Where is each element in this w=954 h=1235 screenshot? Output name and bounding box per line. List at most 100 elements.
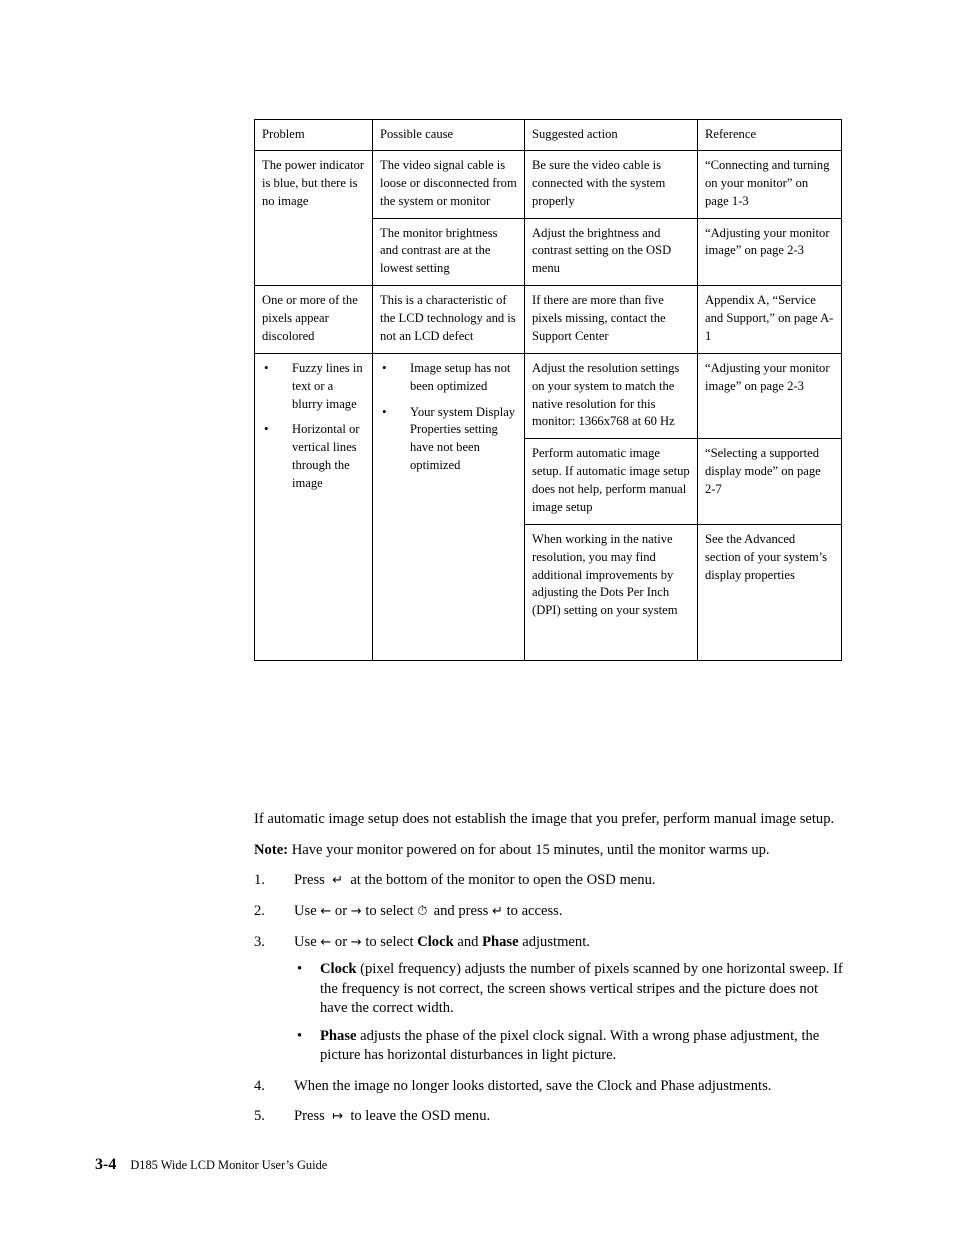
intro-paragraph: If automatic image setup does not establ…: [254, 811, 835, 827]
list-item-label: adjusts the phase of the pixel clock sig…: [320, 1028, 820, 1064]
step-text-part: to leave the OSD menu.: [350, 1108, 491, 1125]
step-text-part: or: [334, 933, 348, 950]
step-number: 4.: [254, 1077, 265, 1094]
step-3-sub-list: • Clock (pixel frequency) adjusts the num…: [294, 960, 844, 1065]
document-page: Problem Possible cause Suggested action …: [0, 0, 954, 1235]
page-footer: 3-4 D185 Wide LCD Monitor User’s Guide: [95, 1156, 855, 1174]
phase-term: Phase: [482, 933, 519, 950]
step-text-part: and: [457, 933, 479, 950]
note-text: Have your monitor powered on for about 1…: [288, 841, 770, 858]
troubleshooting-table: Problem Possible cause Suggested action …: [254, 119, 842, 661]
left-arrow-icon: ←: [320, 904, 332, 920]
step-text: Use ← or → to select ⏱ and press ↵ to ac…: [294, 903, 563, 919]
cell-action: Be sure the video cable is connected wit…: [524, 149, 698, 219]
step-number: 5.: [254, 1108, 265, 1125]
cell-action: If there are more than five pixels missi…: [524, 285, 698, 354]
list-item-label: Image setup has not been optimized: [410, 360, 511, 393]
clock-term: Clock: [417, 933, 454, 950]
step-number: 3.: [254, 933, 265, 950]
step-text: Use ← or → to select Clock and Phase adj…: [294, 934, 590, 950]
cell-reference: “Selecting a supported display mode” on …: [697, 438, 842, 525]
cell-problem: One or more of the pixels appear discolo…: [254, 285, 373, 354]
table-header-row: Problem Possible cause Suggested action …: [254, 119, 842, 151]
enter-key-icon: ↵: [492, 904, 503, 920]
step-text-part: adjustment.: [522, 933, 590, 950]
step-number: 1.: [254, 872, 265, 889]
cell-action: Adjust the resolution settings on your s…: [524, 352, 698, 440]
step-number: 2.: [254, 903, 265, 920]
table-row: • Fuzzy lines in text or a blurry image •…: [254, 352, 842, 661]
cell-action: When working in the native resolution, y…: [524, 523, 698, 661]
step-item-1: 1. Press ↵ at the bottom of the monitor …: [254, 871, 844, 891]
bullet-icon: •: [264, 421, 269, 437]
cell-action: Adjust the brightness and contrast setti…: [524, 217, 698, 287]
step-text-part: at the bottom of the monitor to open the…: [350, 872, 656, 889]
cell-reference: Appendix A, “Service and Support,” on pa…: [697, 285, 842, 354]
column-header-possible-cause: Possible cause: [372, 119, 525, 151]
cell-cause: This is a characteristic of the LCD tech…: [372, 285, 525, 354]
steps-list: 1. Press ↵ at the bottom of the monitor …: [254, 871, 844, 1127]
step-text-part: or: [334, 903, 348, 920]
list-item: • Image setup has not been optimized: [380, 360, 517, 396]
guide-title: D185 Wide LCD Monitor User’s Guide: [130, 1158, 328, 1172]
step-text-part: Press: [294, 872, 325, 889]
right-arrow-icon: →: [350, 904, 362, 920]
step-item-3: 3. Use ← or → to select Clock and Phase …: [254, 933, 844, 1066]
bullet-icon: •: [264, 359, 269, 375]
step-text-part: to select: [365, 933, 414, 950]
step-text-part: Use: [294, 933, 317, 950]
list-item: • Phase adjusts the phase of the pixel cl…: [294, 1027, 844, 1066]
list-item-label: Fuzzy lines in text or a blurry image: [292, 360, 363, 411]
column-header-problem: Problem: [254, 119, 373, 151]
problem-bullet-list: • Fuzzy lines in text or a blurry image •…: [262, 360, 365, 493]
cause-bullet-list: • Image setup has not been optimized • You…: [380, 360, 517, 475]
page-number: 3-4: [95, 1156, 117, 1173]
bullet-icon: •: [382, 359, 387, 375]
cell-cause-bullets: • Image setup has not been optimized • You…: [372, 352, 525, 661]
bullet-icon: •: [297, 961, 303, 978]
enter-key-icon: ↵: [332, 873, 344, 889]
column-header-reference: Reference: [697, 119, 842, 151]
list-item: • Fuzzy lines in text or a blurry image: [262, 360, 365, 414]
cell-reference: “Adjusting your monitor image” on page 2…: [697, 352, 842, 440]
cell-problem-bullets: • Fuzzy lines in text or a blurry image •…: [254, 352, 373, 661]
manual-image-setup-section: If automatic image setup does not establ…: [254, 810, 844, 1138]
cell-reference: “Connecting and turning on your monitor”…: [697, 149, 842, 219]
bullet-icon: •: [297, 1028, 303, 1045]
cell-cause: The video signal cable is loose or disco…: [372, 149, 525, 219]
bullet-icon: •: [382, 403, 387, 419]
cell-reference: “Adjusting your monitor image” on page 2…: [697, 217, 842, 287]
step-item-5: 5. Press ↦ to leave the OSD menu.: [254, 1107, 844, 1127]
list-item: • Clock (pixel frequency) adjusts the num…: [294, 960, 844, 1018]
step-text-part: Press: [294, 1108, 325, 1125]
note-label: Note:: [254, 841, 289, 858]
step-text-part: to access.: [506, 903, 563, 920]
clock-term: Clock: [320, 961, 357, 978]
list-item-label: (pixel frequency) adjusts the number of …: [320, 961, 843, 1016]
left-arrow-icon: ←: [320, 934, 332, 950]
clock-osd-icon: ⏱: [417, 904, 427, 920]
step-item-4: 4. When the image no longer looks distor…: [254, 1077, 844, 1097]
step-text: Press ↦ to leave the OSD menu.: [294, 1108, 490, 1124]
cell-problem: The power indicator is blue, but there i…: [254, 149, 373, 287]
note-paragraph: Note: Have your monitor powered on for a…: [254, 841, 844, 861]
column-header-suggested-action: Suggested action: [524, 119, 698, 151]
step-text-part: to select: [365, 903, 414, 920]
table-row: One or more of the pixels appear discolo…: [254, 285, 842, 354]
step-text: When the image no longer looks distorted…: [294, 1077, 772, 1094]
cell-reference: See the Advanced section of your system’…: [697, 523, 842, 661]
step-text-part: and press: [433, 903, 489, 920]
right-arrow-icon: →: [350, 934, 362, 950]
step-text: Press ↵ at the bottom of the monitor to …: [294, 872, 656, 888]
cell-cause: The monitor brightness and contrast are …: [372, 217, 525, 287]
list-item: • Your system Display Properties setting …: [380, 404, 517, 476]
exit-key-icon: ↦: [332, 1109, 344, 1125]
table-row: The power indicator is blue, but there i…: [254, 149, 842, 287]
list-item-label: Horizontal or vertical lines through the…: [292, 422, 360, 490]
step-text-part: Use: [294, 903, 317, 920]
cell-action: Perform automatic image setup. If automa…: [524, 438, 698, 525]
list-item-label: Your system Display Properties setting h…: [410, 404, 516, 473]
step-item-2: 2. Use ← or → to select ⏱ and press ↵ to…: [254, 902, 844, 922]
phase-term: Phase: [320, 1028, 357, 1045]
list-item: • Horizontal or vertical lines through th…: [262, 421, 365, 493]
